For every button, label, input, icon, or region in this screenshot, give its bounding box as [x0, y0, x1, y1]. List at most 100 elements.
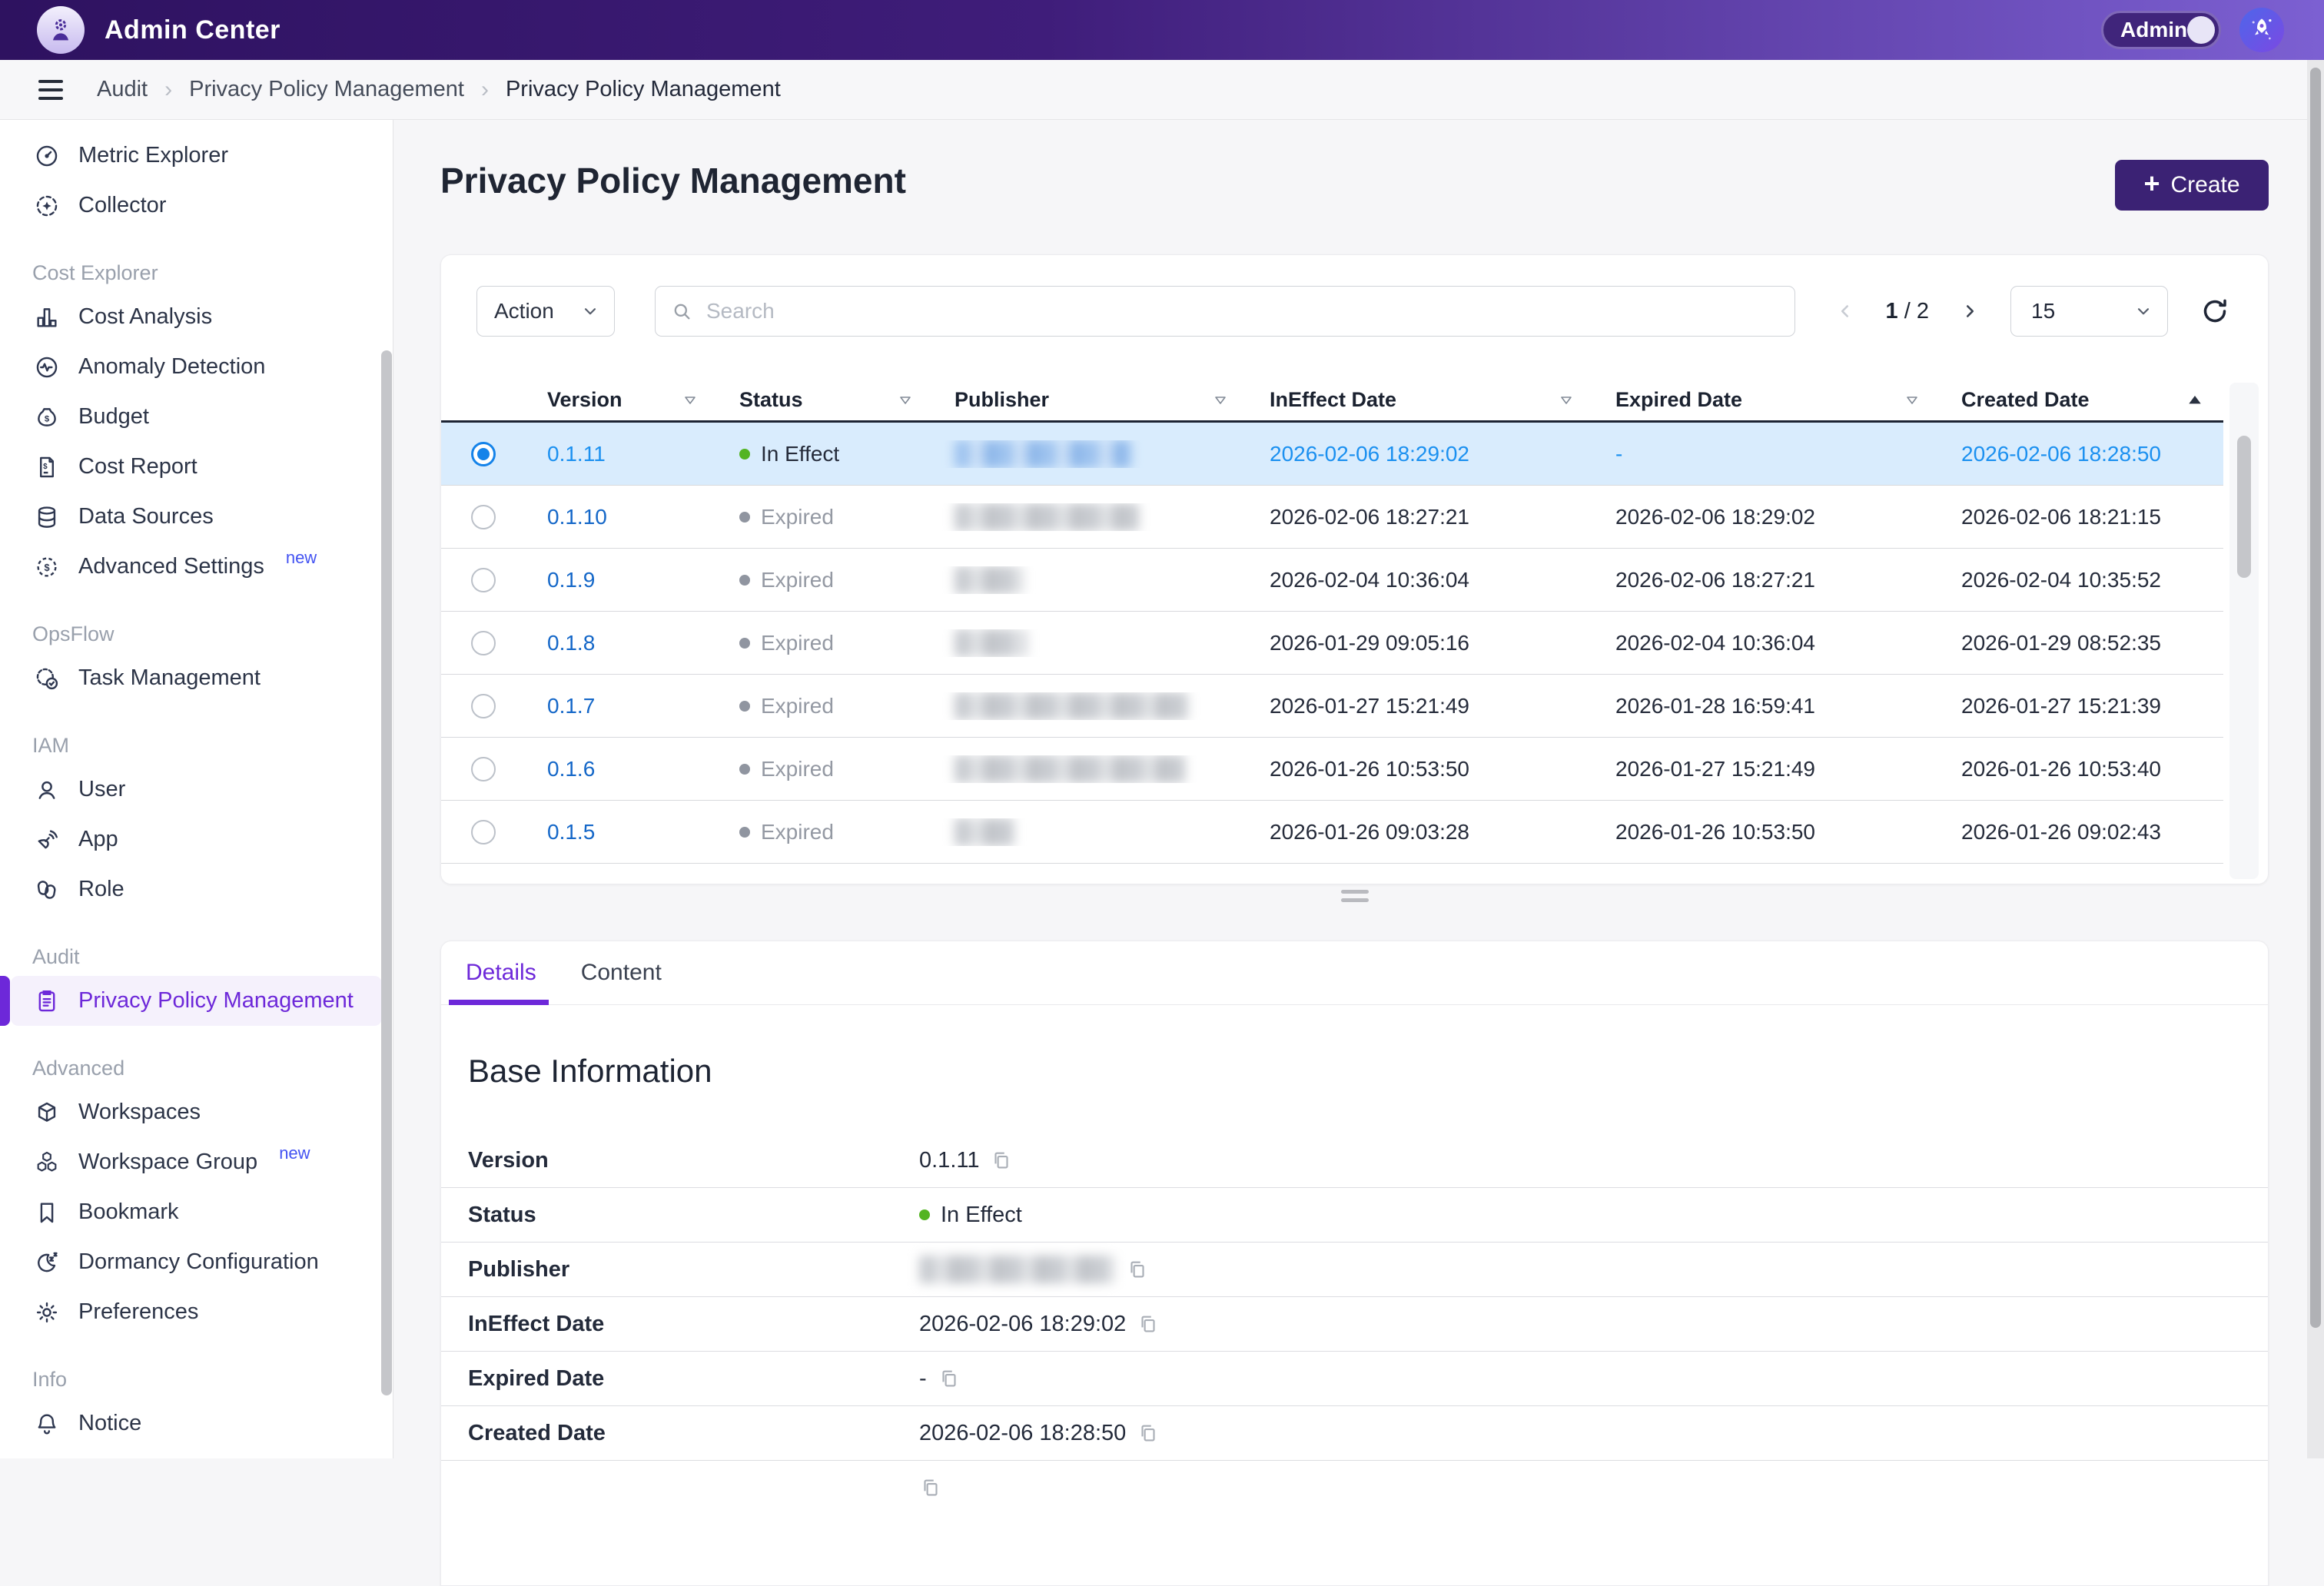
sidebar-item-bookmark[interactable]: Bookmark	[0, 1187, 393, 1237]
publisher-redacted	[954, 566, 1024, 594]
filter-icon[interactable]	[898, 393, 913, 408]
sidebar-item-advanced-settings[interactable]: $ Advanced Settings new	[0, 542, 393, 592]
sidebar-item-anomaly-detection[interactable]: Anomaly Detection	[0, 342, 393, 392]
column-header-expired-date[interactable]: Expired Date	[1594, 388, 1940, 412]
details-tabs: Details Content	[441, 941, 2268, 1005]
sidebar-item-role[interactable]: Role	[0, 864, 393, 914]
sidebar-item-preferences[interactable]: Preferences	[0, 1287, 393, 1337]
sidebar-item-notice[interactable]: Notice	[0, 1399, 393, 1448]
column-header-created-date[interactable]: Created Date	[1940, 388, 2223, 412]
cost-report-icon: $	[34, 454, 60, 480]
table-row[interactable]: 0.1.5 Expired 2026-01-26 09:03:28 2026-0…	[441, 801, 2223, 864]
copy-icon[interactable]	[919, 1476, 942, 1499]
action-dropdown-label: Action	[494, 299, 580, 324]
copy-icon[interactable]	[1137, 1422, 1160, 1445]
refresh-button[interactable]	[2197, 294, 2233, 329]
version-link[interactable]: 0.1.9	[547, 568, 595, 592]
sort-ascending-icon[interactable]	[2186, 392, 2203, 409]
copy-icon[interactable]	[938, 1367, 961, 1390]
chevron-left-icon	[1835, 301, 1855, 321]
sidebar-item-workspace-group[interactable]: Workspace Group new	[0, 1137, 393, 1187]
version-link[interactable]: 0.1.10	[547, 505, 607, 529]
filter-icon[interactable]	[682, 393, 698, 408]
column-header-version[interactable]: Version	[526, 388, 718, 412]
sidebar-item-cost-report[interactable]: $ Cost Report	[0, 442, 393, 492]
next-page-button[interactable]	[1958, 296, 1981, 327]
panel-resize-handle[interactable]	[1341, 890, 1369, 907]
search-box[interactable]	[655, 286, 1795, 337]
sidebar-section-opsflow: OpsFlow	[0, 622, 393, 645]
user-icon	[34, 777, 60, 803]
sidebar-item-label: Cost Report	[78, 454, 198, 479]
sidebar-menu-toggle[interactable]	[38, 75, 63, 105]
window-scrollbar-track[interactable]	[2307, 60, 2324, 1458]
status-dot-green	[739, 449, 750, 460]
sidebar-item-task-management[interactable]: Task Management	[0, 653, 393, 703]
sidebar-item-metric-explorer[interactable]: Metric Explorer	[0, 131, 393, 181]
money-bag-icon: $	[34, 404, 60, 430]
column-header-status[interactable]: Status	[718, 388, 933, 412]
assistant-button[interactable]	[2239, 8, 2284, 52]
column-header-ineffect-date[interactable]: InEffect Date	[1248, 388, 1594, 412]
table-row[interactable]: 0.1.10 Expired 2026-02-06 18:27:21 2026-…	[441, 486, 2223, 549]
tab-content[interactable]: Content	[581, 960, 662, 986]
version-link[interactable]: 0.1.6	[547, 757, 595, 781]
version-link[interactable]: 0.1.8	[547, 631, 595, 655]
table-row[interactable]: 0.1.6 Expired 2026-01-26 10:53:50 2026-0…	[441, 738, 2223, 801]
sidebar-item-collector[interactable]: Collector	[0, 181, 393, 231]
table-row[interactable]: 0.1.7 Expired 2026-01-27 15:21:49 2026-0…	[441, 675, 2223, 738]
copy-icon[interactable]	[990, 1149, 1013, 1172]
tab-details[interactable]: Details	[466, 960, 536, 986]
row-radio[interactable]	[471, 505, 496, 529]
sidebar-section-info: Info	[0, 1368, 393, 1391]
row-radio[interactable]	[471, 694, 496, 718]
publisher-redacted	[919, 1256, 1115, 1283]
created-date-cell: 2026-01-26 10:53:40	[1940, 757, 2223, 781]
copy-icon[interactable]	[1126, 1258, 1149, 1281]
version-link[interactable]: 0.1.5	[547, 820, 595, 844]
breadcrumb-item-ppm[interactable]: Privacy Policy Management	[189, 77, 464, 102]
copy-icon[interactable]	[1137, 1312, 1160, 1335]
filter-icon[interactable]	[1213, 393, 1228, 408]
status-dot-gray	[739, 512, 750, 523]
expired-date-cell: 2026-01-28 16:59:41	[1594, 694, 1940, 718]
row-radio[interactable]	[471, 442, 496, 466]
sidebar-item-cost-analysis[interactable]: Cost Analysis	[0, 292, 393, 342]
window-scrollbar-thumb[interactable]	[2310, 68, 2321, 1328]
row-radio[interactable]	[471, 568, 496, 592]
sidebar-item-privacy-policy-management[interactable]: Privacy Policy Management	[11, 976, 382, 1026]
row-radio[interactable]	[471, 631, 496, 655]
sidebar-item-app[interactable]: App	[0, 815, 393, 864]
search-input[interactable]	[705, 298, 1779, 324]
filter-icon[interactable]	[1559, 393, 1574, 408]
breadcrumb-item-audit[interactable]: Audit	[97, 77, 148, 102]
column-header-publisher[interactable]: Publisher	[933, 388, 1248, 412]
sidebar-item-user[interactable]: User	[0, 765, 393, 815]
sidebar-scrollbar[interactable]	[381, 350, 392, 1395]
policy-table: Version Status Publisher InEffect Date E…	[441, 380, 2223, 884]
sidebar-item-budget[interactable]: $ Budget	[0, 392, 393, 442]
row-radio[interactable]	[471, 757, 496, 781]
field-label: Version	[468, 1148, 919, 1173]
action-dropdown[interactable]: Action	[476, 286, 615, 337]
app-logo[interactable]	[37, 6, 85, 54]
sidebar-item-dormancy-configuration[interactable]: Dormancy Configuration	[0, 1237, 393, 1287]
filter-icon[interactable]	[1904, 393, 1920, 408]
field-row-publisher: Publisher	[441, 1243, 2268, 1297]
sidebar-item-data-sources[interactable]: Data Sources	[0, 492, 393, 542]
sidebar-item-workspaces[interactable]: Workspaces	[0, 1087, 393, 1137]
version-link[interactable]: 0.1.11	[547, 442, 606, 466]
page-size-dropdown[interactable]: 15	[2010, 286, 2168, 337]
table-row[interactable]: 0.1.11 In Effect 2026-02-06 18:29:02 - 2…	[441, 423, 2223, 486]
admin-toggle[interactable]: Admin	[2101, 11, 2221, 49]
table-row[interactable]: 0.1.8 Expired 2026-01-29 09:05:16 2026-0…	[441, 612, 2223, 675]
field-row-version: Version 0.1.11	[441, 1133, 2268, 1188]
mask-icon	[34, 877, 60, 903]
table-scrollbar-thumb[interactable]	[2237, 436, 2251, 578]
sidebar-item-label: Dormancy Configuration	[78, 1249, 319, 1275]
prev-page-button[interactable]	[1834, 296, 1857, 327]
row-radio[interactable]	[471, 820, 496, 844]
version-link[interactable]: 0.1.7	[547, 694, 595, 718]
create-button[interactable]: + Create	[2115, 160, 2269, 211]
table-row[interactable]: 0.1.9 Expired 2026-02-04 10:36:04 2026-0…	[441, 549, 2223, 612]
